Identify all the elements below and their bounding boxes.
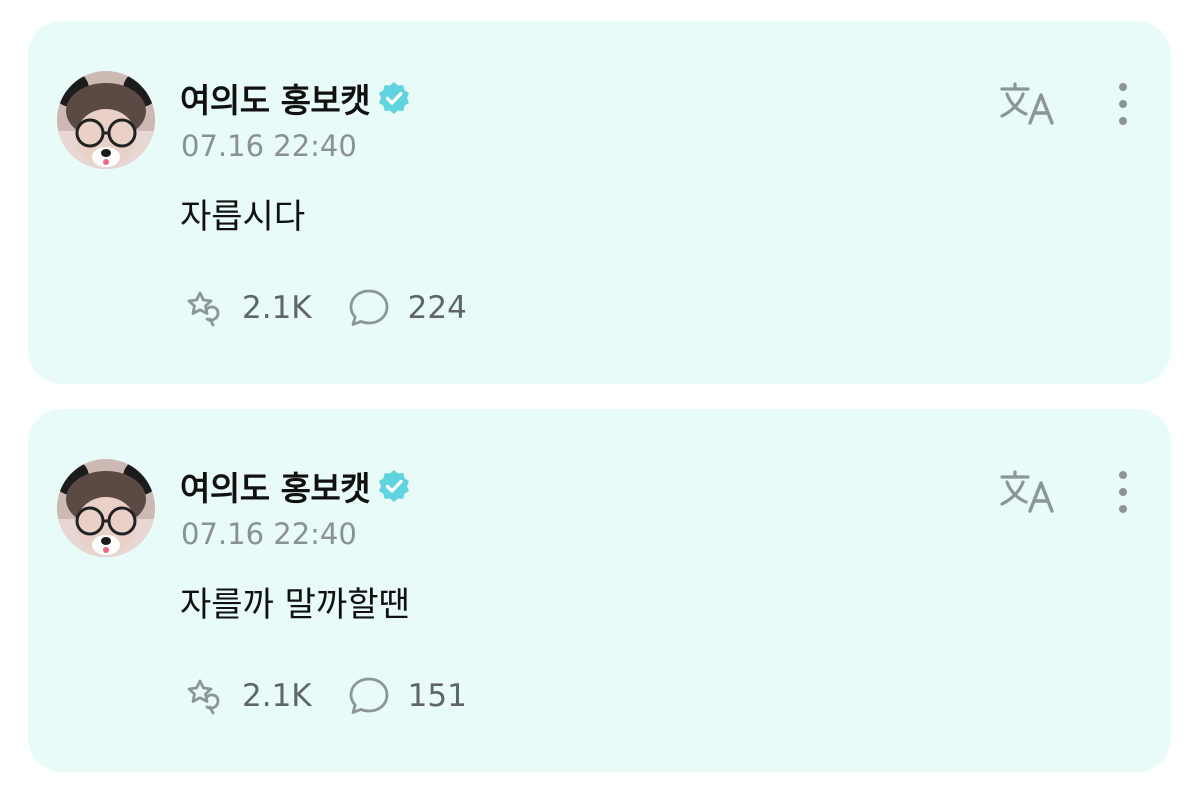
- post-timestamp: 07.16 22:40: [181, 517, 357, 551]
- more-options-button[interactable]: [1106, 79, 1140, 129]
- reaction-count: 2.1K: [242, 678, 312, 714]
- author-row: 여의도 홍보캣: [180, 73, 412, 123]
- avatar[interactable]: [57, 459, 155, 557]
- translate-icon: [1000, 470, 1054, 513]
- author-row: 여의도 홍보캣: [180, 461, 412, 511]
- author-name[interactable]: 여의도 홍보캣: [180, 74, 371, 122]
- post-timestamp: 07.16 22:40: [181, 129, 357, 163]
- more-vertical-icon: [1119, 471, 1127, 513]
- comment-bubble-icon: [346, 285, 392, 331]
- translate-button[interactable]: [996, 79, 1062, 129]
- post-actions: 2.1K 151: [180, 671, 467, 721]
- comment-button[interactable]: 151: [346, 673, 467, 719]
- comment-count: 224: [407, 290, 467, 326]
- reaction-button[interactable]: 2.1K: [180, 285, 312, 331]
- post-feed: 여의도 홍보캣 07.16 22:40 자릅시다 2.1K 224 여의도 홍보…: [0, 0, 1200, 793]
- author-name[interactable]: 여의도 홍보캣: [180, 462, 371, 510]
- verified-badge-icon: [376, 80, 412, 116]
- comment-count: 151: [407, 678, 467, 714]
- post-text: 자릅시다: [180, 197, 306, 237]
- avatar[interactable]: [57, 71, 155, 169]
- comment-bubble-icon: [346, 673, 392, 719]
- translate-icon: [1000, 82, 1054, 125]
- reaction-icon: [180, 673, 226, 719]
- more-vertical-icon: [1119, 83, 1127, 125]
- verified-badge-icon: [376, 468, 412, 504]
- post-actions: 2.1K 224: [180, 283, 467, 333]
- translate-button[interactable]: [996, 467, 1062, 517]
- reaction-button[interactable]: 2.1K: [180, 673, 312, 719]
- post-card[interactable]: 여의도 홍보캣 07.16 22:40 자릅시다 2.1K 224: [28, 21, 1171, 384]
- post-card[interactable]: 여의도 홍보캣 07.16 22:40 자를까 말까할땐 2.1K 151: [28, 409, 1171, 772]
- reaction-icon: [180, 285, 226, 331]
- post-text: 자를까 말까할땐: [180, 585, 410, 625]
- comment-button[interactable]: 224: [346, 285, 467, 331]
- reaction-count: 2.1K: [242, 290, 312, 326]
- more-options-button[interactable]: [1106, 467, 1140, 517]
